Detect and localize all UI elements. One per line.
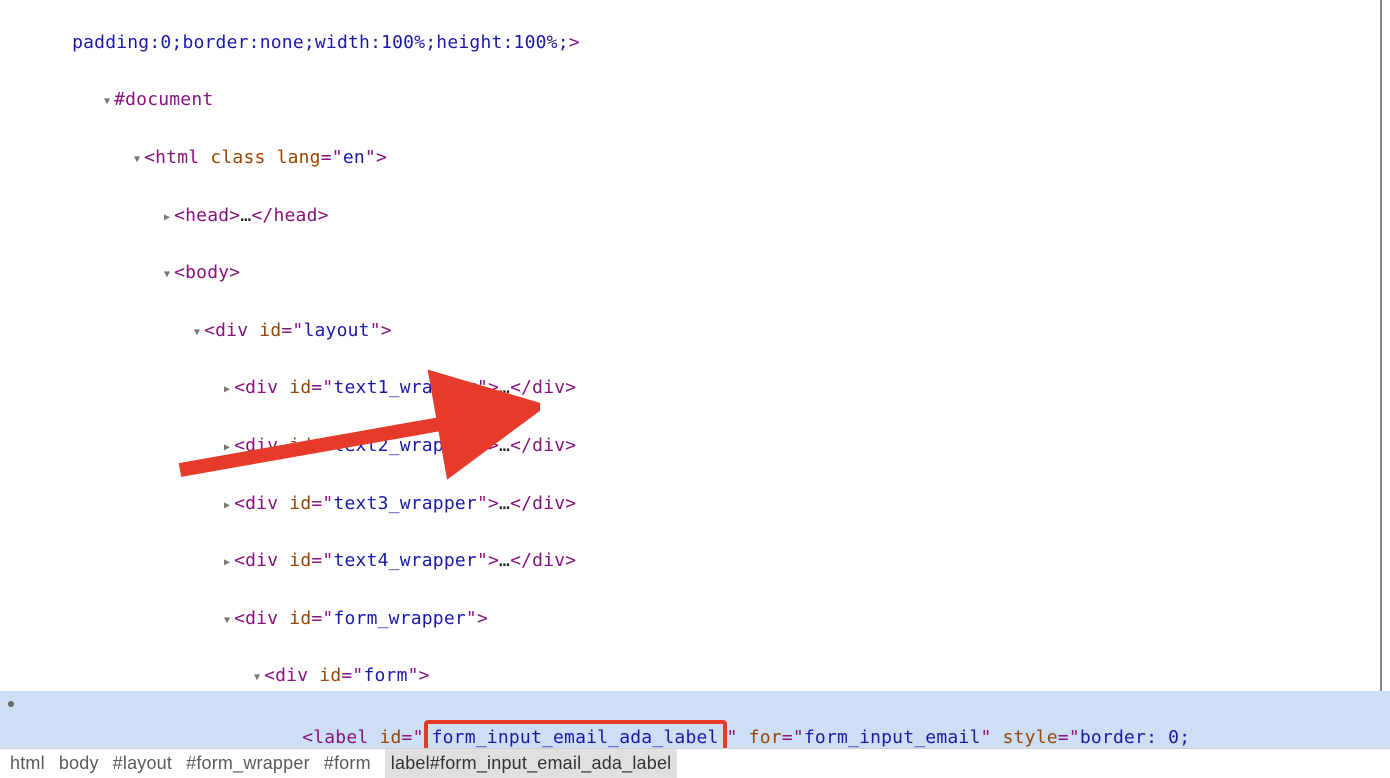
elements-panel: padding:0;border:none;width:100%;height:… <box>0 0 1390 748</box>
expand-toggle[interactable] <box>250 662 264 691</box>
dom-node-body[interactable]: <body> <box>0 230 1390 288</box>
breadcrumb: html body #layout #form_wrapper #form la… <box>0 748 1390 778</box>
dom-node-selected[interactable]: <label id="form_input_email_ada_label" f… <box>0 691 1390 748</box>
dom-node-form[interactable]: <div id="form"> <box>0 634 1390 692</box>
crumb-active[interactable]: label#form_input_email_ada_label <box>385 748 678 778</box>
crumb-html[interactable]: html <box>10 749 45 778</box>
dom-line-style[interactable]: padding:0;border:none;width:100%;height:… <box>0 0 1390 58</box>
expand-toggle[interactable] <box>130 144 144 173</box>
crumb-form[interactable]: #form <box>324 749 371 778</box>
dom-node-head[interactable]: <head>…</head> <box>0 173 1390 231</box>
dom-node-text1[interactable]: <div id="text1_wrapper">…</div> <box>0 346 1390 404</box>
dom-node-html[interactable]: <html class lang="en"> <box>0 115 1390 173</box>
crumb-body[interactable]: body <box>59 749 99 778</box>
expand-toggle[interactable] <box>220 605 234 634</box>
dom-node-form-wrapper[interactable]: <div id="form_wrapper"> <box>0 576 1390 634</box>
dom-node-text3[interactable]: <div id="text3_wrapper">…</div> <box>0 461 1390 519</box>
expand-toggle[interactable] <box>220 432 234 461</box>
expand-toggle[interactable] <box>190 317 204 346</box>
expand-toggle[interactable] <box>160 259 174 288</box>
expand-toggle[interactable] <box>160 202 174 231</box>
dom-node-document[interactable]: #document <box>0 58 1390 116</box>
crumb-layout[interactable]: #layout <box>113 749 172 778</box>
dom-node-layout[interactable]: <div id="layout"> <box>0 288 1390 346</box>
highlight-box: form_input_email_ada_label <box>424 720 727 748</box>
crumb-form-wrapper[interactable]: #form_wrapper <box>186 749 310 778</box>
dom-node-text2[interactable]: <div id="text2_wrapper">…</div> <box>0 403 1390 461</box>
expand-toggle[interactable] <box>220 490 234 519</box>
expand-toggle[interactable] <box>100 86 114 115</box>
expand-toggle[interactable] <box>220 547 234 576</box>
divider <box>1380 0 1382 748</box>
expand-toggle[interactable] <box>220 374 234 403</box>
dom-node-text4[interactable]: <div id="text4_wrapper">…</div> <box>0 518 1390 576</box>
